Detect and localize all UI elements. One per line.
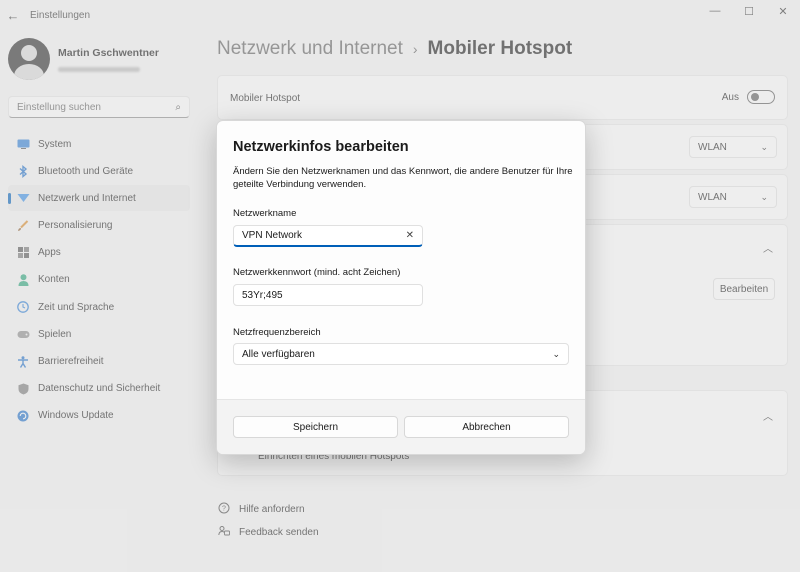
dialog-description: Ändern Sie den Netzwerknamen und das Ken… <box>233 166 573 190</box>
network-name-value: VPN Network <box>242 230 303 241</box>
settings-window: ← Einstellungen — ☐ ✕ Martin Gschwentner… <box>0 0 800 572</box>
network-band-select[interactable]: Alle verfügbaren ⌄ <box>233 343 569 365</box>
network-name-field[interactable]: VPN Network ✕ <box>233 225 423 247</box>
network-password-field[interactable]: 53Yr;495 <box>233 284 423 306</box>
chevron-down-icon: ⌄ <box>552 348 560 359</box>
network-name-label: Netzwerkname <box>233 208 297 219</box>
network-band-value: Alle verfügbaren <box>242 348 315 360</box>
edit-network-dialog: Netzwerkinfos bearbeiten Ändern Sie den … <box>216 120 586 455</box>
clear-icon[interactable]: ✕ <box>406 230 414 241</box>
dialog-footer: Speichern Abbrechen <box>217 399 585 454</box>
network-password-value: 53Yr;495 <box>242 289 283 301</box>
dialog-title: Netzwerkinfos bearbeiten <box>233 139 409 155</box>
network-password-label: Netzwerkkennwort (mind. acht Zeichen) <box>233 267 401 278</box>
cancel-button[interactable]: Abbrechen <box>404 416 569 438</box>
network-band-label: Netzfrequenzbereich <box>233 327 321 338</box>
save-button[interactable]: Speichern <box>233 416 398 438</box>
